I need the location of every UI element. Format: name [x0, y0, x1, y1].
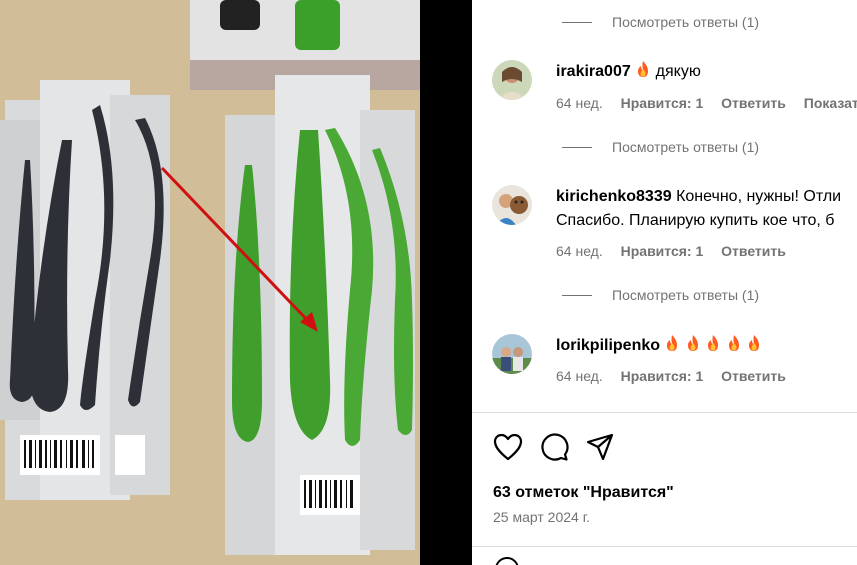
comment-text: kirichenko8339 Конечно, нужны! Отли Спас… — [556, 185, 857, 233]
comment-text: lorikpilipenko — [556, 334, 857, 360]
view-replies-label: Посмотреть ответы (1) — [612, 139, 760, 155]
replies-line — [562, 294, 592, 296]
reply-button[interactable]: Ответить — [721, 95, 786, 111]
avatar-image — [492, 185, 532, 225]
avatar-image — [492, 334, 532, 374]
photo-letterbox — [420, 0, 472, 565]
replies-line — [562, 146, 592, 148]
comment-username[interactable]: lorikpilipenko — [556, 337, 660, 354]
peelers-photo-image — [0, 0, 420, 565]
fire-emoji — [685, 334, 701, 360]
view-replies-button[interactable]: Посмотреть ответы (1) — [562, 285, 759, 305]
fire-emoji-group — [664, 335, 762, 354]
fire-emoji — [705, 334, 721, 360]
fire-emoji — [635, 60, 651, 86]
comment-age: 64 нед. — [556, 243, 603, 259]
comment-meta: 64 нед. Нравится: 1 Ответить Показать — [556, 95, 857, 111]
comment-username[interactable]: irakira007 — [556, 63, 631, 80]
comment-likes[interactable]: Нравится: 1 — [621, 95, 704, 111]
fire-emoji — [746, 334, 762, 360]
comment-body-line2: Спасибо. Планирую купить кое что, б — [556, 212, 835, 229]
comment-age: 64 нед. — [556, 95, 603, 111]
view-replies-label: Посмотреть ответы (1) — [612, 14, 760, 30]
post-actions — [492, 431, 616, 463]
share-icon[interactable] — [584, 431, 616, 463]
comment-age: 64 нед. — [556, 368, 603, 384]
comment-icon[interactable] — [538, 431, 570, 463]
post-date: 25 март 2024 г. — [493, 509, 590, 525]
comment-body: дякую — [655, 63, 701, 80]
avatar-image — [492, 60, 532, 100]
likes-count[interactable]: 63 отметок "Нравится" — [493, 484, 674, 502]
view-replies-label: Посмотреть ответы (1) — [612, 287, 760, 303]
avatar[interactable] — [492, 334, 532, 374]
comment-likes[interactable]: Нравится: 1 — [621, 243, 704, 259]
heart-icon[interactable] — [492, 431, 524, 463]
view-replies-button[interactable]: Посмотреть ответы (1) — [562, 12, 759, 32]
reply-button[interactable]: Ответить — [721, 243, 786, 259]
section-divider — [472, 546, 857, 547]
comments-panel: Посмотреть ответы (1) irakira007 дякую 6… — [472, 0, 857, 565]
comment-body: Конечно, нужны! Отли — [676, 188, 842, 205]
comment-likes[interactable]: Нравится: 1 — [621, 368, 704, 384]
fire-emoji — [726, 334, 742, 360]
comment-text: irakira007 дякую — [556, 60, 857, 86]
section-divider — [472, 412, 857, 413]
view-replies-button[interactable]: Посмотреть ответы (1) — [562, 137, 759, 157]
reply-button[interactable]: Ответить — [721, 368, 786, 384]
post-photo[interactable] — [0, 0, 420, 565]
emoji-icon[interactable] — [494, 556, 520, 565]
comment-meta: 64 нед. Нравится: 1 Ответить — [556, 368, 800, 384]
comment-meta: 64 нед. Нравится: 1 Ответить — [556, 243, 800, 259]
avatar[interactable] — [492, 60, 532, 100]
translate-button[interactable]: Показать — [804, 95, 857, 111]
fire-emoji — [664, 334, 680, 360]
replies-line — [562, 21, 592, 23]
avatar[interactable] — [492, 185, 532, 225]
comment-username[interactable]: kirichenko8339 — [556, 188, 672, 205]
